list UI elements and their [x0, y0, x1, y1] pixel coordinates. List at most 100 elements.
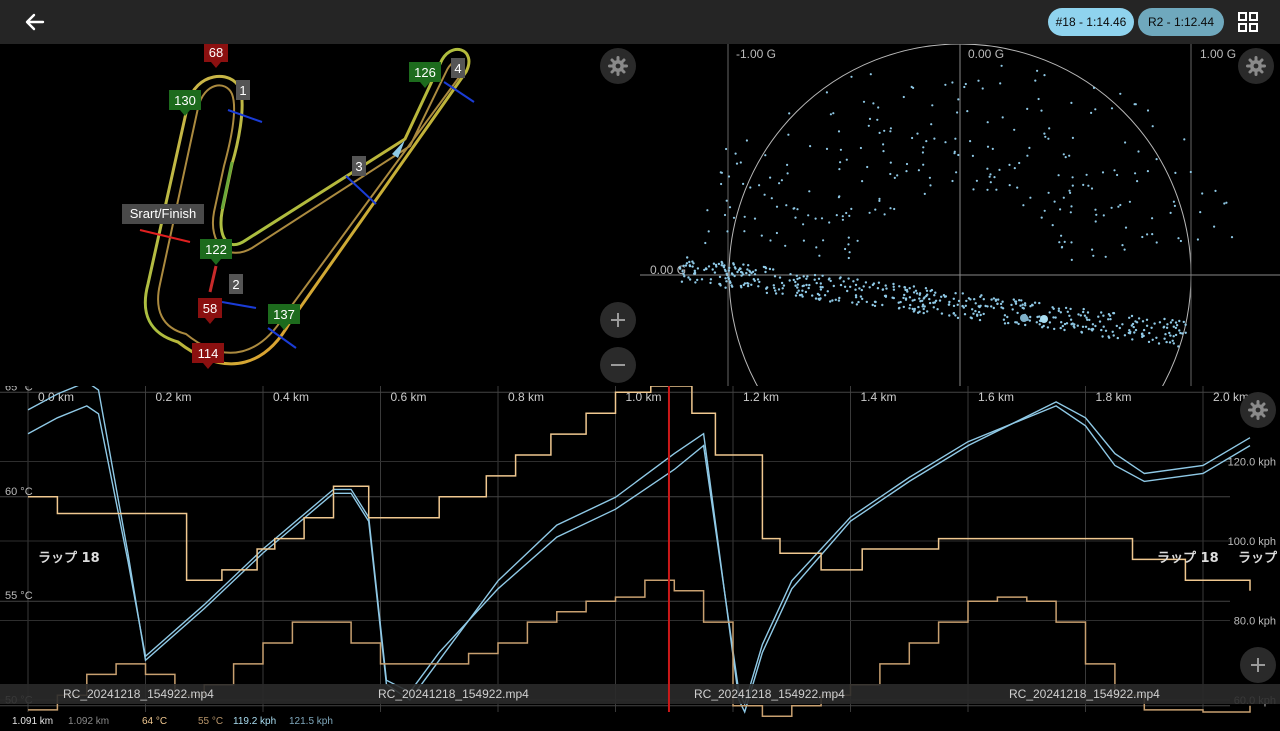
gg-point — [798, 276, 801, 280]
x-tick-label: 1.4 km — [861, 390, 897, 404]
gg-point — [794, 280, 797, 284]
gg-point — [764, 154, 767, 157]
gg-point — [884, 284, 887, 287]
gg-point — [1061, 324, 1064, 328]
gg-point — [798, 294, 802, 297]
gg-point — [1000, 64, 1003, 67]
gg-point — [1127, 331, 1130, 335]
gg-point — [1082, 307, 1085, 311]
gg-point — [795, 274, 798, 277]
gg-point — [796, 277, 799, 281]
gg-point — [793, 207, 796, 210]
gg-point — [723, 264, 726, 267]
gg-point — [841, 218, 844, 221]
telemetry-chart-panel[interactable]: 0.0 km 0.2 km 0.4 km 0.6 km 0.8 km 1.0 km 1.2 … — [0, 386, 1280, 731]
lap-chip-current[interactable]: #18 - 1:14.46 — [1048, 8, 1134, 36]
gg-point — [1051, 306, 1054, 309]
gg-point — [908, 287, 911, 290]
video-label-1[interactable]: RC_20241218_154922.mp4 — [63, 687, 214, 701]
gg-point — [807, 286, 810, 290]
gg-point — [739, 284, 743, 288]
gg-point — [1084, 325, 1088, 328]
video-label-4[interactable]: RC_20241218_154922.mp4 — [1009, 687, 1160, 701]
layout-grid-button[interactable] — [1236, 10, 1260, 34]
video-label-3[interactable]: RC_20241218_154922.mp4 — [694, 687, 845, 701]
gg-point — [1168, 341, 1172, 344]
gg-point — [892, 282, 895, 286]
svg-text:130: 130 — [174, 93, 196, 108]
gg-point — [1169, 321, 1173, 324]
gg-point — [829, 300, 832, 303]
gg-point — [1046, 326, 1050, 329]
gg-point — [805, 283, 808, 287]
gg-point — [878, 131, 881, 134]
gear-icon — [1248, 400, 1268, 420]
gg-point — [925, 289, 929, 292]
gg-settings-button[interactable] — [1238, 48, 1274, 84]
gg-point — [1014, 300, 1018, 303]
gg-point — [1001, 307, 1005, 310]
x-tick-label: 0.4 km — [273, 390, 309, 404]
gg-point — [1047, 137, 1050, 140]
map-zoom-out-button[interactable] — [600, 347, 636, 383]
gg-point — [1225, 201, 1228, 204]
gg-point — [996, 302, 999, 306]
gg-point — [952, 304, 956, 308]
chart-settings-button[interactable] — [1240, 392, 1276, 428]
gg-point — [876, 287, 880, 290]
gg-point — [883, 129, 886, 132]
distance-current: 1.091 km — [12, 716, 54, 727]
gg-point — [805, 277, 808, 280]
gg-point — [1116, 336, 1119, 340]
gg-point — [725, 280, 728, 283]
gg-point — [1137, 317, 1141, 320]
gg-point — [796, 286, 799, 289]
speed-reference: 121.5 kph — [289, 716, 333, 727]
gg-point — [1090, 187, 1094, 190]
gg-point — [832, 112, 835, 115]
gg-point — [918, 297, 921, 300]
gg-point — [986, 167, 989, 170]
gg-point — [1060, 246, 1063, 249]
gg-point — [809, 145, 812, 148]
gg-point — [902, 95, 905, 99]
gg-point — [896, 174, 899, 177]
gg-point — [712, 262, 716, 265]
telemetry-chart: 0.0 km 0.2 km 0.4 km 0.6 km 0.8 km 1.0 km 1.2 … — [0, 386, 1280, 717]
gg-point — [1166, 323, 1169, 326]
map-settings-button[interactable] — [600, 48, 636, 84]
gg-point — [873, 304, 877, 308]
gg-diagram-panel[interactable]: -1.00 G 0.00 G 1.00 G 0.00 G — [640, 44, 1280, 386]
gg-point — [1031, 303, 1034, 306]
gg-point — [1022, 204, 1025, 207]
track-map-panel[interactable]: Srart/Finish 1 2 3 4 68 130 126 122 58 1… — [0, 44, 640, 386]
map-zoom-in-button[interactable] — [600, 302, 636, 338]
y-right-tick-label: 100.0 kph — [1228, 536, 1276, 548]
lap-chip-reference[interactable]: R2 - 1:12.44 — [1138, 8, 1224, 36]
gg-point — [847, 243, 850, 246]
gg-point — [1110, 107, 1114, 110]
gg-point — [860, 288, 863, 292]
gg-point — [1128, 329, 1131, 332]
gg-point — [1111, 330, 1114, 333]
back-button[interactable] — [22, 9, 48, 35]
gg-point — [769, 239, 772, 242]
speed-marker-68: 68 — [204, 44, 228, 68]
gg-point — [734, 267, 737, 270]
gg-point — [1137, 150, 1140, 153]
video-label-2[interactable]: RC_20241218_154922.mp4 — [378, 687, 529, 701]
gg-point — [794, 216, 797, 219]
gg-point — [956, 303, 959, 306]
chart-zoom-in-button[interactable] — [1240, 647, 1276, 683]
gg-point — [936, 308, 939, 311]
gg-point — [940, 295, 943, 298]
gg-point — [922, 163, 925, 166]
gg-point — [998, 168, 1001, 171]
gg-point — [1087, 327, 1090, 331]
gg-point — [975, 179, 978, 182]
gg-point — [678, 266, 682, 269]
gg-point — [999, 82, 1002, 85]
gg-point — [1059, 208, 1062, 211]
gg-point — [889, 172, 892, 176]
gg-point — [794, 284, 797, 287]
